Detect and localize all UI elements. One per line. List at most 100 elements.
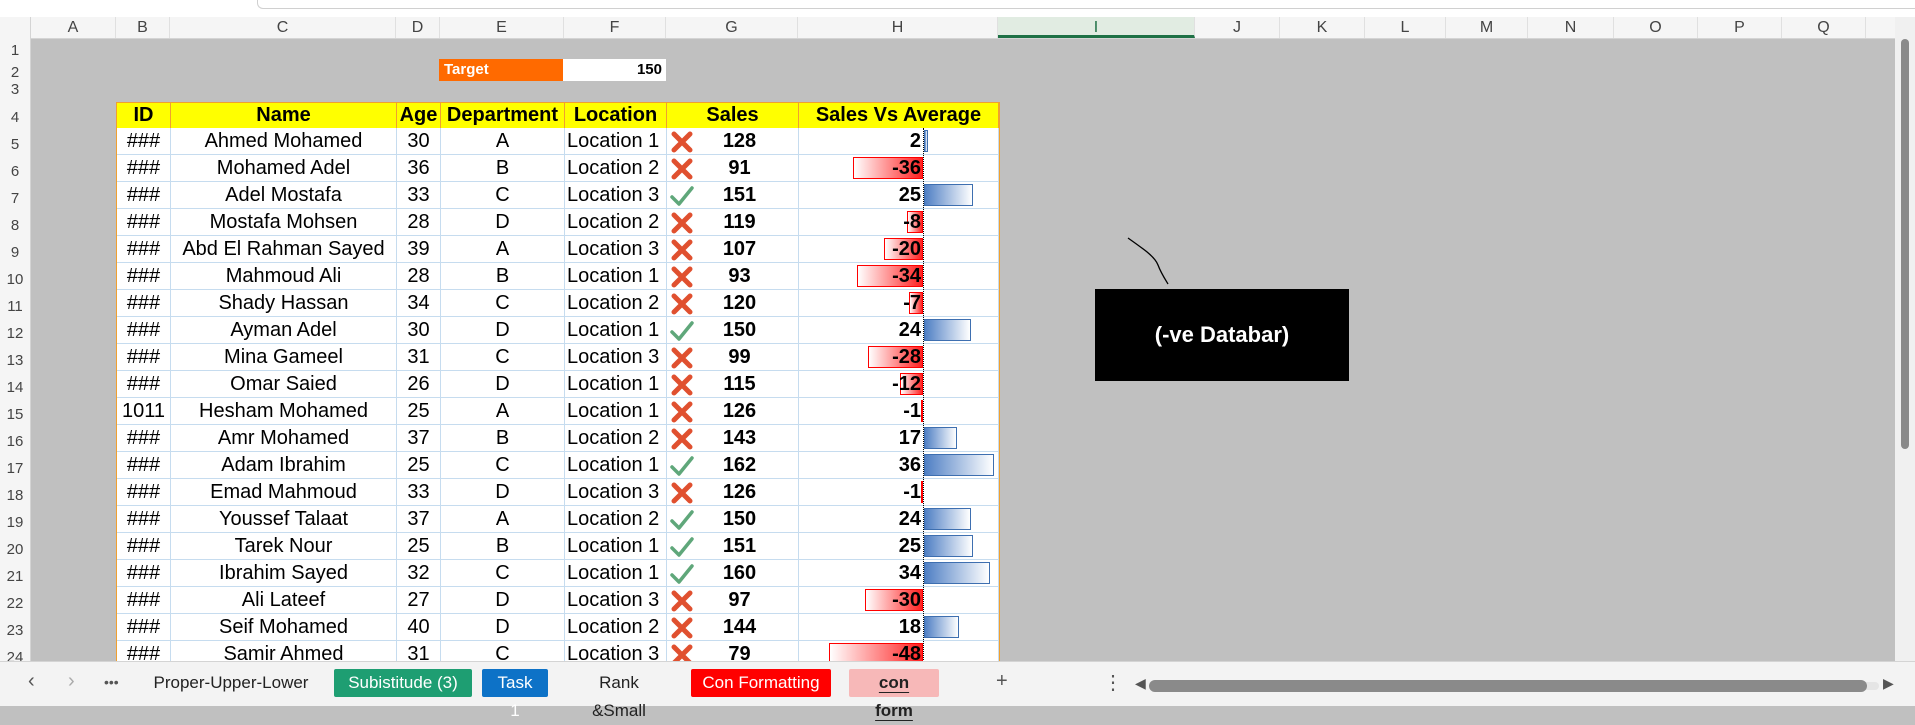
cell-age[interactable]: 40 bbox=[397, 614, 441, 641]
row-header-6[interactable]: 6 bbox=[0, 163, 30, 180]
cell-age[interactable]: 34 bbox=[397, 290, 441, 317]
cell-age[interactable]: 33 bbox=[397, 182, 441, 209]
column-title-sales[interactable]: Sales bbox=[667, 103, 799, 128]
cell-name[interactable]: Adel Mostafa bbox=[171, 182, 397, 209]
cell-department[interactable]: D bbox=[441, 317, 565, 344]
cell-location[interactable]: Location 1 bbox=[565, 128, 667, 155]
cell-age[interactable]: 30 bbox=[397, 128, 441, 155]
row-header-10[interactable]: 10 bbox=[0, 271, 30, 288]
row-header-22[interactable]: 22 bbox=[0, 595, 30, 612]
cell-location[interactable]: Location 3 bbox=[565, 236, 667, 263]
cell-name[interactable]: Shady Hassan bbox=[171, 290, 397, 317]
cell-location[interactable]: Location 2 bbox=[565, 614, 667, 641]
column-header-m[interactable]: M bbox=[1446, 17, 1528, 38]
column-header-h[interactable]: H bbox=[798, 17, 998, 38]
cell-department[interactable]: C bbox=[441, 560, 565, 587]
cell-id[interactable]: ### bbox=[117, 317, 171, 344]
cell-department[interactable]: D bbox=[441, 587, 565, 614]
row-header-4[interactable]: 4 bbox=[0, 109, 30, 126]
column-header-j[interactable]: J bbox=[1195, 17, 1280, 38]
cell-id[interactable]: ### bbox=[117, 425, 171, 452]
horizontal-scroll-thumb[interactable] bbox=[1149, 680, 1867, 692]
column-header-d[interactable]: D bbox=[396, 17, 440, 38]
cell-department[interactable]: B bbox=[441, 533, 565, 560]
vertical-scrollbar[interactable] bbox=[1895, 17, 1915, 661]
cell-age[interactable]: 28 bbox=[397, 263, 441, 290]
row-header-7[interactable]: 7 bbox=[0, 190, 30, 207]
row-header-9[interactable]: 9 bbox=[0, 244, 30, 261]
vertical-scroll-thumb[interactable] bbox=[1901, 39, 1909, 449]
cell-department[interactable]: C bbox=[441, 182, 565, 209]
column-header-e[interactable]: E bbox=[440, 17, 564, 38]
cell-department[interactable]: D bbox=[441, 614, 565, 641]
cell-age[interactable]: 36 bbox=[397, 155, 441, 182]
cell-location[interactable]: Location 1 bbox=[565, 560, 667, 587]
cell-name[interactable]: Mina Gameel bbox=[171, 344, 397, 371]
column-header-a[interactable]: A bbox=[31, 17, 116, 38]
cell-department[interactable]: A bbox=[441, 506, 565, 533]
cell-age[interactable]: 33 bbox=[397, 479, 441, 506]
column-header-c[interactable]: C bbox=[170, 17, 396, 38]
target-value[interactable]: 150 bbox=[563, 59, 666, 81]
cell-location[interactable]: Location 1 bbox=[565, 398, 667, 425]
cell-name[interactable]: Tarek Nour bbox=[171, 533, 397, 560]
cell-department[interactable]: D bbox=[441, 209, 565, 236]
cell-id[interactable]: ### bbox=[117, 452, 171, 479]
row-header-8[interactable]: 8 bbox=[0, 217, 30, 234]
cell-name[interactable]: Mostafa Mohsen bbox=[171, 209, 397, 236]
column-header-l[interactable]: L bbox=[1365, 17, 1446, 38]
cell-name[interactable]: Abd El Rahman Sayed bbox=[171, 236, 397, 263]
cell-name[interactable]: Youssef Talaat bbox=[171, 506, 397, 533]
cell-age[interactable]: 31 bbox=[397, 344, 441, 371]
cell-department[interactable]: B bbox=[441, 425, 565, 452]
cell-age[interactable]: 37 bbox=[397, 506, 441, 533]
cell-department[interactable]: A bbox=[441, 128, 565, 155]
cell-id[interactable]: ### bbox=[117, 614, 171, 641]
cell-name[interactable]: Emad Mahmoud bbox=[171, 479, 397, 506]
cell-age[interactable]: 25 bbox=[397, 398, 441, 425]
cell-name[interactable]: Ali Lateef bbox=[171, 587, 397, 614]
cell-location[interactable]: Location 2 bbox=[565, 209, 667, 236]
cell-id[interactable]: ### bbox=[117, 479, 171, 506]
cell-id[interactable]: ### bbox=[117, 560, 171, 587]
cell-location[interactable]: Location 1 bbox=[565, 452, 667, 479]
column-header-g[interactable]: G bbox=[666, 17, 798, 38]
cell-id[interactable]: ### bbox=[117, 128, 171, 155]
add-sheet-icon[interactable]: + bbox=[996, 670, 1008, 693]
column-header-b[interactable]: B bbox=[116, 17, 170, 38]
row-header-2[interactable]: 2 bbox=[0, 64, 30, 81]
row-header-3[interactable]: 3 bbox=[0, 81, 30, 98]
cell-id[interactable]: ### bbox=[117, 533, 171, 560]
next-sheet-icon[interactable]: › bbox=[68, 670, 75, 693]
cell-name[interactable]: Ibrahim Sayed bbox=[171, 560, 397, 587]
cell-name[interactable]: Mohamed Adel bbox=[171, 155, 397, 182]
cell-age[interactable]: 28 bbox=[397, 209, 441, 236]
row-header-1[interactable]: 1 bbox=[0, 42, 30, 59]
scroll-left-icon[interactable]: ◀ bbox=[1135, 675, 1146, 692]
row-header-5[interactable]: 5 bbox=[0, 136, 30, 153]
sheet-tab[interactable]: Subistitude (3) bbox=[334, 669, 472, 697]
cell-age[interactable]: 25 bbox=[397, 533, 441, 560]
cell-location[interactable]: Location 2 bbox=[565, 290, 667, 317]
column-header-f[interactable]: F bbox=[564, 17, 666, 38]
cell-location[interactable]: Location 1 bbox=[565, 263, 667, 290]
column-title-name[interactable]: Name bbox=[171, 103, 397, 128]
column-title-loc[interactable]: Location bbox=[565, 103, 667, 128]
sheet-tab[interactable]: Con Formatting bbox=[691, 669, 831, 697]
cell-location[interactable]: Location 3 bbox=[565, 182, 667, 209]
cell-department[interactable]: D bbox=[441, 371, 565, 398]
sheet-tab[interactable]: Task 1 bbox=[482, 669, 548, 720]
cell-age[interactable]: 39 bbox=[397, 236, 441, 263]
cell-id[interactable]: 1011 bbox=[117, 398, 171, 425]
cell-id[interactable]: ### bbox=[117, 263, 171, 290]
cell-age[interactable]: 26 bbox=[397, 371, 441, 398]
tab-options-icon[interactable]: ⋮ bbox=[1103, 670, 1123, 695]
cell-name[interactable]: Hesham Mohamed bbox=[171, 398, 397, 425]
cell-location[interactable]: Location 1 bbox=[565, 317, 667, 344]
cell-id[interactable]: ### bbox=[117, 209, 171, 236]
cell-id[interactable]: ### bbox=[117, 155, 171, 182]
sheet-tab[interactable]: con form bbox=[849, 669, 939, 720]
column-header-k[interactable]: K bbox=[1280, 17, 1365, 38]
scroll-right-icon[interactable]: ▶ bbox=[1883, 675, 1894, 692]
cell-location[interactable]: Location 3 bbox=[565, 587, 667, 614]
